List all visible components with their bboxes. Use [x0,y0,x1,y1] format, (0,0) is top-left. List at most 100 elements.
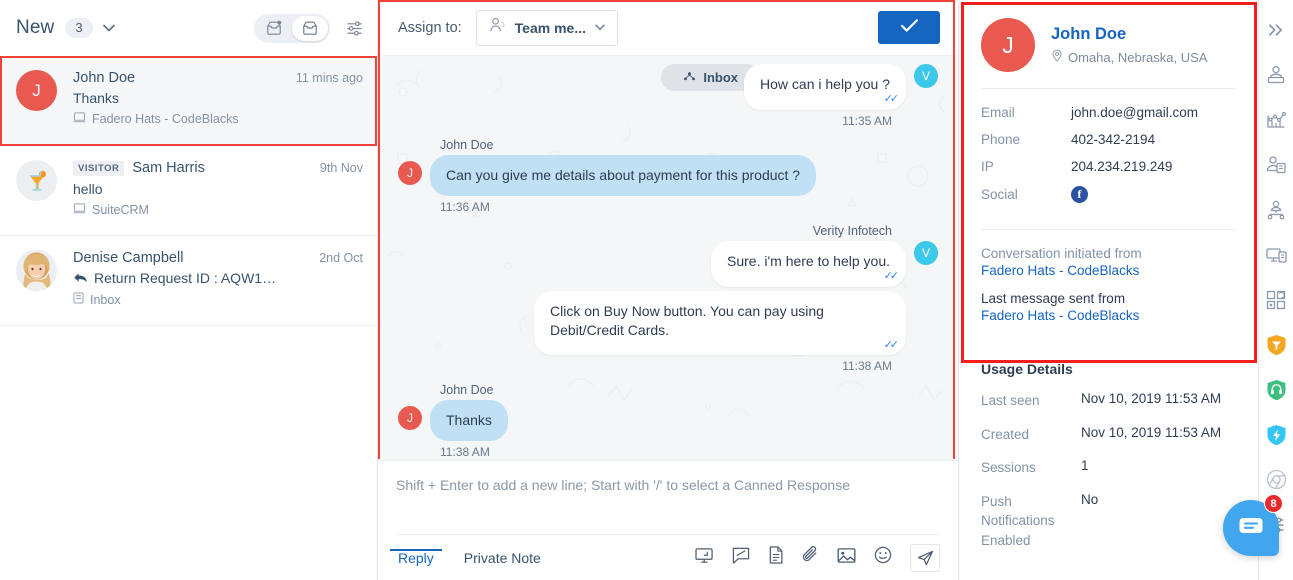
message-bubble: Can you give me details about payment fo… [430,154,817,196]
tab-reply[interactable]: Reply [390,548,442,566]
contact-header: J John Doe Omaha, Nebraska, USA [959,0,1258,88]
shield-badge-icon[interactable] [1259,323,1293,366]
conversation-list-header: New 3 [0,0,377,56]
message-row: J Thanks [398,400,938,442]
field-value: 204.234.219.249 [1071,159,1173,174]
message-text: How can i help you ? [760,76,890,92]
chat-bubble-icon [1238,515,1264,542]
reply-arrow-icon [73,272,88,284]
field-row: IP 204.234.219.249 [981,159,1236,174]
avatar-initial: V [921,245,930,260]
assign-confirm-button[interactable] [878,11,940,44]
read-receipt-icon: ✓✓ [883,338,900,351]
conversation-snippet-row: Return Request ID : AQW1… [73,270,363,286]
avatar [16,160,57,201]
field-row: Social f [981,186,1236,203]
conversation-item-0[interactable]: J John Doe 11 mins ago Thanks Fadero Hat… [0,56,377,146]
conversation-source: Inbox [73,292,363,307]
usage-details-title: Usage Details [981,361,1073,377]
conversation-source-label: SuiteCRM [92,203,149,217]
message-bubble: Sure. i'm here to help you. ✓✓ [711,240,906,287]
message-row: Click on Buy Now button. You can pay usi… [398,290,938,356]
emoji-icon[interactable] [874,546,892,569]
conversation-snippet: Return Request ID : AQW1… [94,270,277,286]
avatar-initial: J [1002,31,1014,58]
conversation-time: 11 mins ago [295,71,363,85]
usage-key: Created [981,426,1030,442]
headphones-support-icon[interactable] [1259,368,1293,411]
message-thread[interactable]: Inbox How can i help you ? ✓✓ V 11:35 AM [378,56,958,460]
agent-desk-icon[interactable] [1259,53,1293,96]
usage-value: Nov 10, 2019 11:53 AM [1081,391,1222,406]
field-value[interactable]: 402-342-2194 [1071,132,1155,147]
canned-response-icon[interactable] [732,547,750,569]
filter-sliders-icon[interactable] [346,20,363,37]
chat-fab-button[interactable]: 8 [1223,494,1283,556]
collapse-chevrons-icon[interactable] [1259,8,1293,51]
assign-dropdown[interactable]: Team me... [475,9,618,46]
conversation-list-panel: New 3 J John Doe 11 mins ago Thanks Fade… [0,0,378,580]
assign-selected-value: Team me... [514,19,586,36]
avatar: V [914,240,938,265]
avatar: J [398,406,422,431]
message-2: Verity Infotech Sure. i'm here to help y… [398,224,938,287]
origin-label: Conversation initiated from [981,246,1142,261]
avatar: J [981,18,1035,72]
tab-private-note[interactable]: Private Note [462,550,543,566]
origin-link[interactable]: Fadero Hats - CodeBlacks [981,263,1236,278]
contact-card-icon[interactable] [1259,143,1293,186]
analytics-chart-icon[interactable] [1259,98,1293,141]
usage-row: Last seen Nov 10, 2019 11:53 AM [959,391,1258,411]
document-icon[interactable] [768,546,784,569]
field-row: Phone 402-342-2194 [981,132,1236,147]
list-count-badge: 3 [65,18,93,38]
contact-location-label: Omaha, Nebraska, USA [1068,49,1208,65]
message-bubble: Thanks [430,400,508,442]
device-screen-icon[interactable] [1259,233,1293,276]
chevron-down-icon [595,22,605,34]
conversation-origin: Conversation initiated from Fadero Hats … [959,230,1258,341]
conversation-source-label: Fadero Hats - CodeBlacks [92,112,239,126]
org-chart-icon[interactable] [1259,188,1293,231]
field-value[interactable]: john.doe@gmail.com [1071,105,1198,120]
last-message-link[interactable]: Fadero Hats - CodeBlacks [981,308,1236,323]
message-timestamp: 11:38 AM [842,359,892,374]
notification-badge: 8 [1264,494,1283,513]
tray-icon[interactable] [292,15,328,41]
check-icon [900,18,919,38]
tray-unread-icon[interactable] [256,16,292,41]
conversation-panel: Assign to: Team me... Inbox How can i he… [378,0,958,580]
message-text: Sure. i'm here to help you. [727,252,890,269]
apps-grid-icon[interactable] [1259,278,1293,321]
website-icon [73,112,86,126]
reply-input[interactable]: Shift + Enter to add a new line; Start w… [396,475,940,534]
conversation-name: Denise Campbell [73,250,184,266]
message-scroll-area: Inbox How can i help you ? ✓✓ V 11:35 AM [378,56,958,460]
usage-value: 1 [1081,458,1089,474]
assign-person-icon [489,17,506,38]
inbox-tag-icon [683,70,696,85]
attachment-icon[interactable] [802,546,819,569]
conversation-source: SuiteCRM [73,203,363,217]
conversation-item-2[interactable]: Denise Campbell 2nd Oct Return Request I… [0,236,377,326]
field-key: IP [981,159,994,174]
image-icon[interactable] [837,547,856,569]
message-bubble: How can i help you ? ✓✓ [744,64,906,110]
send-icon[interactable] [910,543,940,572]
message-sender: John Doe [440,137,494,152]
screen-share-icon[interactable] [695,547,714,569]
assign-label: Assign to: [398,19,462,36]
conversation-snippet: hello [73,181,103,197]
contact-name[interactable]: John Doe [1051,25,1207,44]
usage-value: Nov 10, 2019 11:53 AM [1081,424,1222,440]
chevron-down-icon[interactable] [102,22,115,34]
conversation-list: J John Doe 11 mins ago Thanks Fadero Hat… [0,56,377,580]
message-3: Click on Buy Now button. You can pay usi… [398,290,938,374]
location-pin-icon [1051,49,1063,65]
facebook-icon[interactable]: f [1071,186,1088,203]
lightning-bolt-icon[interactable] [1259,413,1293,456]
usage-key: Push Notifications Enabled [981,493,1055,548]
message-sender: John Doe [440,383,494,398]
list-filter-title[interactable]: New [16,17,54,39]
conversation-item-1[interactable]: VISITOR Sam Harris 9th Nov hello SuiteCR… [0,146,377,236]
